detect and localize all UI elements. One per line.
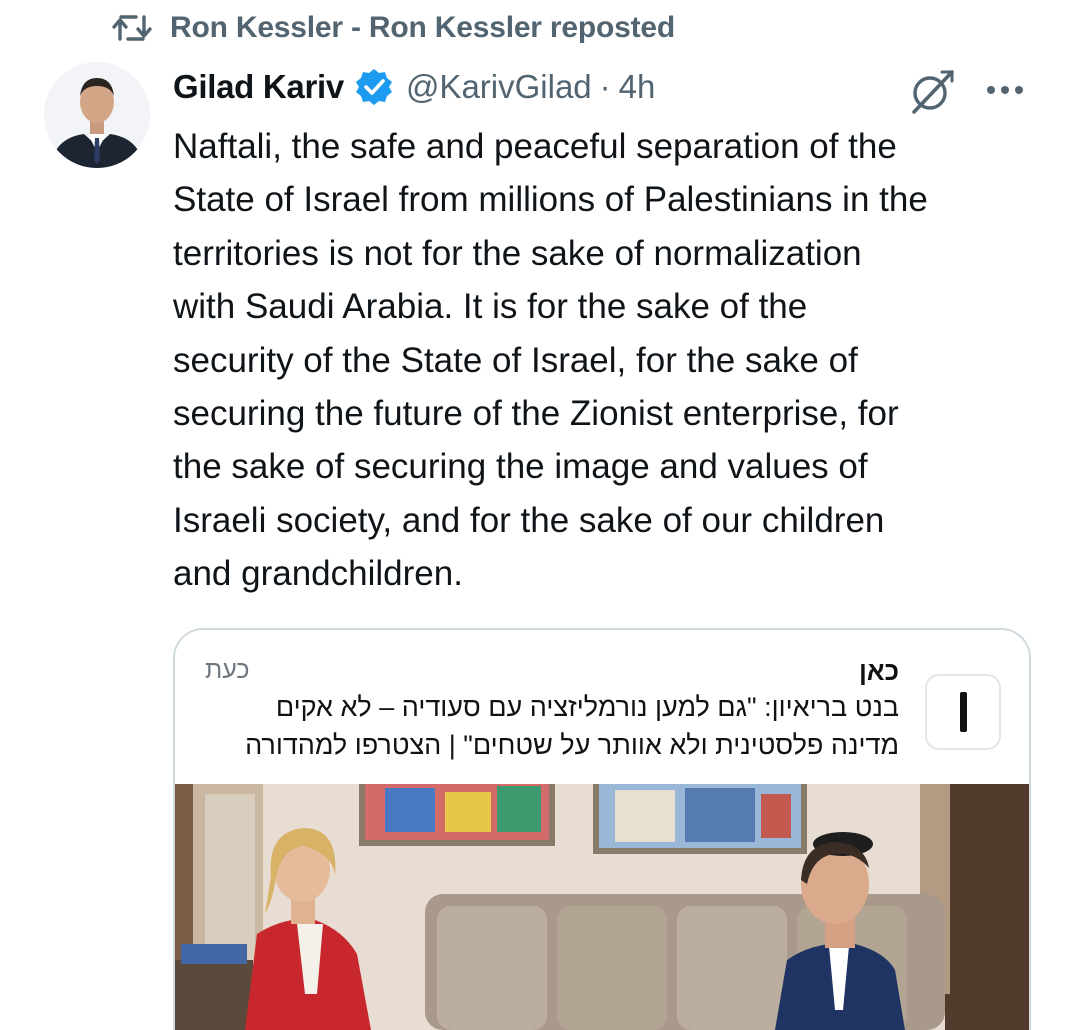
author-handle[interactable]: @KarivGilad: [406, 68, 592, 106]
card-headline[interactable]: בנט בריאיון: "גם למען נורמליזציה עם סעוד…: [209, 688, 899, 764]
kan-logo-icon: [925, 674, 1001, 750]
avatar[interactable]: [44, 62, 150, 168]
card-source-name: כאן: [859, 656, 899, 686]
repost-label: Ron Kessler - Ron Kessler reposted: [170, 11, 676, 44]
repost-indicator[interactable]: Ron Kessler - Ron Kessler reposted: [112, 8, 675, 48]
separator-dot: ·: [599, 68, 611, 105]
card-header: כאן כעת בנט בריאיון: "גם למען נורמליזציה…: [175, 630, 1029, 784]
tweet-text: Naftali, the safe and peaceful separatio…: [173, 127, 928, 594]
link-card[interactable]: כאן כעת בנט בריאיון: "גם למען נורמליזציה…: [173, 628, 1031, 1030]
card-time: כעת: [205, 656, 250, 684]
tweet-header: Gilad Kariv @KarivGilad · 4h: [173, 64, 655, 110]
verified-badge-icon[interactable]: [354, 67, 394, 107]
more-options-icon[interactable]: [984, 80, 1026, 100]
post-time[interactable]: 4h: [619, 68, 656, 106]
grok-icon[interactable]: [906, 66, 958, 116]
repost-icon: [112, 13, 152, 43]
author-name[interactable]: Gilad Kariv: [173, 68, 344, 106]
card-image[interactable]: [175, 784, 1029, 1030]
